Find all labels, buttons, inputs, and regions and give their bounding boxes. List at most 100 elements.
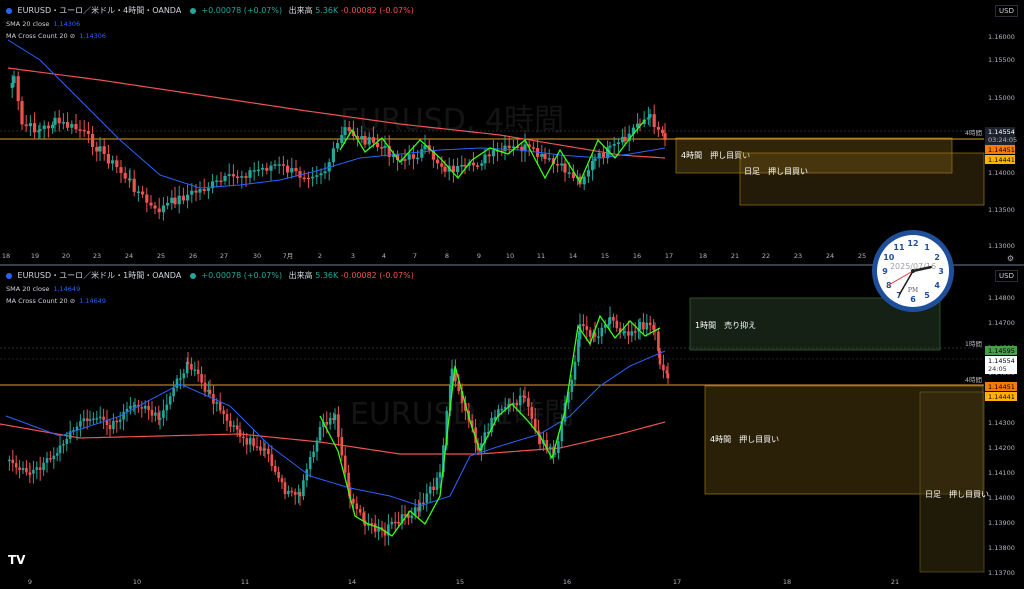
time-axis-label[interactable]: 4 — [382, 252, 386, 260]
candle-4h-candle — [98, 146, 102, 152]
candle-1h-candle — [252, 438, 255, 447]
candle-4h-candle — [157, 208, 161, 213]
time-axis-label[interactable]: 2 — [318, 252, 322, 260]
time-axis-label[interactable]: 21 — [891, 578, 899, 586]
time-axis-label[interactable]: 25 — [858, 252, 866, 260]
price-axis-label[interactable]: 1.13500 — [988, 206, 1015, 214]
currency-button[interactable]: USD — [995, 270, 1018, 282]
time-axis-label[interactable]: 17 — [673, 578, 681, 586]
time-axis-label[interactable]: 16 — [563, 578, 571, 586]
price-axis-label[interactable]: 1.14800 — [988, 294, 1015, 302]
ma-cross-legend[interactable]: MA Cross Count 20 ⊘ 1.14306 — [6, 32, 106, 40]
symbol-title[interactable]: EURUSD・ユーロ／米ドル・1時間・OANDA — [18, 271, 182, 280]
time-axis-label[interactable]: 9 — [477, 252, 481, 260]
chart-pane-1h[interactable]: EURUSD, 1時間1.148001.147001.146001.145001… — [0, 266, 1024, 589]
time-axis-label[interactable]: 26 — [189, 252, 197, 260]
time-axis-label[interactable]: 25 — [157, 252, 165, 260]
time-axis-label[interactable]: 18 — [783, 578, 791, 586]
time-axis-label[interactable]: 7月 — [283, 252, 294, 260]
price-axis-label[interactable]: 1.13700 — [988, 569, 1015, 577]
candle-4h-candle — [261, 167, 265, 170]
tradingview-logo[interactable]: TV — [8, 553, 25, 567]
candle-4h-candle — [456, 165, 460, 173]
candle-4h-candle — [256, 169, 260, 172]
candle-4h-candle — [380, 147, 384, 149]
time-axis-label[interactable]: 10 — [133, 578, 141, 586]
candle-1h-candle — [328, 418, 332, 425]
time-axis-label[interactable]: 23 — [794, 252, 802, 260]
candle-1h-candle — [588, 330, 592, 337]
candle-1h-candle — [393, 521, 397, 524]
zone-4h-buy-label: 4時間 押し目買い — [710, 434, 779, 444]
candle-4h-candle — [556, 163, 560, 166]
price-axis-label[interactable]: 1.13000 — [988, 242, 1015, 250]
candle-4h-candle — [440, 163, 444, 167]
symbol-title[interactable]: EURUSD・ユーロ／米ドル・4時間・OANDA — [18, 6, 182, 15]
price-axis-label[interactable]: 1.14200 — [988, 444, 1015, 452]
time-axis-label[interactable]: 7 — [413, 252, 417, 260]
time-axis-label[interactable]: 8 — [445, 252, 449, 260]
time-axis-label[interactable]: 9 — [28, 578, 32, 586]
hidden-icon[interactable]: ⊘ — [70, 32, 75, 40]
price-axis-label[interactable]: 1.14000 — [988, 169, 1015, 177]
time-axis-label[interactable]: 17 — [665, 252, 673, 260]
chart-canvas-4h[interactable]: EURUSD, 4時間1.160001.155001.150001.145001… — [0, 0, 1024, 264]
time-axis-label[interactable]: 23 — [93, 252, 101, 260]
time-axis-label[interactable]: 14 — [569, 252, 577, 260]
time-axis-label[interactable]: 16 — [633, 252, 641, 260]
sma-label: SMA 20 close — [6, 20, 50, 28]
time-axis-label[interactable]: 18 — [2, 252, 10, 260]
price-axis-label[interactable]: 1.14100 — [988, 469, 1015, 477]
time-axis-label[interactable]: 22 — [762, 252, 770, 260]
price-axis-label[interactable]: 1.13800 — [988, 544, 1015, 552]
candle-1h-candle — [325, 422, 329, 425]
price-change: +0.00078 (+0.07%) — [201, 6, 283, 15]
candle-1h-candle — [642, 322, 645, 330]
candle-1h-candle — [255, 446, 259, 448]
candle-1h-candle — [147, 405, 150, 410]
price-a: 1.14451 — [988, 383, 1015, 391]
sma-legend[interactable]: SMA 20 close 1.14649 — [6, 285, 80, 293]
time-axis-label[interactable]: 3 — [351, 252, 355, 260]
time-axis-label[interactable]: 24 — [826, 252, 834, 260]
price-axis-label[interactable]: 1.16000 — [988, 33, 1015, 41]
time-axis-label[interactable]: 11 — [537, 252, 545, 260]
currency-button[interactable]: USD — [995, 5, 1018, 17]
price-axis-label[interactable]: 1.14700 — [988, 319, 1015, 327]
zone-daily-buy[interactable] — [919, 391, 985, 573]
candle-4h-candle — [231, 174, 235, 177]
time-axis-label[interactable]: 18 — [699, 252, 707, 260]
time-axis-label[interactable]: 30 — [253, 252, 261, 260]
time-axis-label[interactable]: 20 — [62, 252, 70, 260]
ma-cross-legend[interactable]: MA Cross Count 20 ⊘ 1.14649 — [6, 297, 106, 305]
time-axis-label[interactable]: 19 — [31, 252, 39, 260]
time-axis-label[interactable]: 21 — [731, 252, 739, 260]
time-axis-label[interactable]: 11 — [241, 578, 249, 586]
chart-canvas-1h[interactable]: EURUSD, 1時間1.148001.147001.146001.145001… — [0, 266, 1024, 589]
price-axis-label[interactable]: 1.14000 — [988, 494, 1015, 502]
candle-1h-candle — [38, 467, 42, 470]
candle-1h-candle — [298, 492, 302, 497]
time-axis-label[interactable]: 15 — [456, 578, 464, 586]
settings-icon[interactable]: ⚙ — [1007, 254, 1014, 263]
flag-icon — [6, 7, 12, 14]
hidden-icon[interactable]: ⊘ — [70, 297, 75, 305]
chart-pane-4h[interactable]: EURUSD, 4時間1.160001.155001.150001.145001… — [0, 0, 1024, 264]
time-axis-label[interactable]: 14 — [348, 578, 356, 586]
time-axis-label[interactable]: 27 — [220, 252, 228, 260]
price-axis-label[interactable]: 1.15000 — [988, 94, 1015, 102]
candle-1h-candle — [232, 425, 236, 427]
candle-1h-candle — [573, 361, 577, 380]
candle-4h-candle — [347, 127, 351, 132]
price-axis-label[interactable]: 1.14300 — [988, 419, 1015, 427]
candle-4h-candle — [269, 165, 273, 171]
clock-number: 5 — [924, 291, 930, 300]
price-axis-label[interactable]: 1.15500 — [988, 56, 1015, 64]
time-axis-label[interactable]: 24 — [125, 252, 133, 260]
sma-legend[interactable]: SMA 20 close 1.14306 — [6, 20, 80, 28]
candle-1h-candle — [88, 419, 92, 421]
time-axis-label[interactable]: 15 — [601, 252, 609, 260]
zone-daily-buy[interactable] — [739, 152, 985, 206]
price-axis-label[interactable]: 1.13900 — [988, 519, 1015, 527]
time-axis-label[interactable]: 10 — [506, 252, 514, 260]
